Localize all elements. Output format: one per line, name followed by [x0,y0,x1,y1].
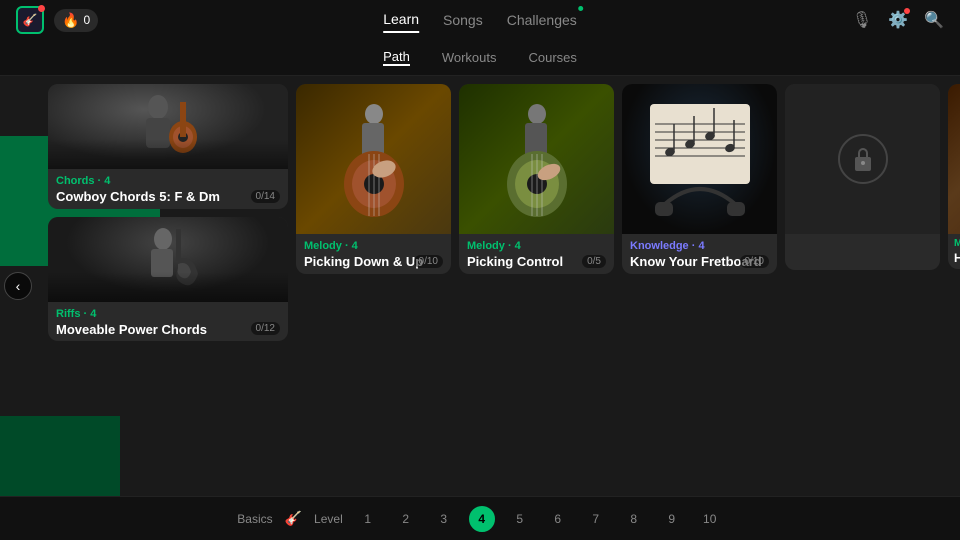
picking-down-illustration [324,94,424,224]
card-title-2: Moveable Power Chords [56,322,280,338]
card-fretboard[interactable]: Knowledge · 4 Know Your Fretboard 0/10 [622,84,777,274]
card-img-area-4 [459,84,614,234]
nav-songs[interactable]: Songs [443,8,483,32]
level-3[interactable]: 3 [431,506,457,532]
card-overlay [48,139,288,169]
card-cat-4: Melody · 4 [467,240,606,252]
card-info-power: Riffs · 4 Moveable Power Chords 0/12 [48,302,288,342]
level-5[interactable]: 5 [507,506,533,532]
main-nav: Learn Songs Challenges [383,7,577,33]
level-10[interactable]: 10 [697,506,723,532]
bottom-nav: Basics 🎸 Level 1 2 3 4 5 6 7 8 9 10 [0,496,960,540]
card-hammer-partial[interactable]: Melody · 5 Hammer & [948,84,960,269]
progress-badge-3: 0/10 [414,255,443,268]
card-picking-down[interactable]: Melody · 4 Picking Down & Up 0/10 [296,84,451,274]
card-category-2: Riffs · 4 [56,308,280,320]
lock-icon [838,134,888,184]
left-column: Chords · 4 Cowboy Chords 5: F & Dm 0/14 [48,84,288,341]
card-power-chords[interactable]: Riffs · 4 Moveable Power Chords 0/12 [48,217,288,342]
subnav-courses[interactable]: Courses [529,50,577,65]
streak-badge: 🔥 0 [54,9,98,32]
search-icon[interactable]: 🔍 [924,10,944,30]
subnav-path[interactable]: Path [383,49,410,66]
level-label: Level [314,512,343,526]
card-cowboy-chords[interactable]: Chords · 4 Cowboy Chords 5: F & Dm 0/14 [48,84,288,209]
card-img-area-5 [622,84,777,234]
fretboard-illustration [645,94,755,224]
sub-nav: Path Workouts Courses [0,40,960,76]
card-info-cowboy: Chords · 4 Cowboy Chords 5: F & Dm 0/14 [48,169,288,209]
progress-badge-5: 0/10 [740,255,769,268]
nav-challenges[interactable]: Challenges [507,8,577,32]
streak-count: 0 [83,13,90,27]
card-title-7: Hammer & [954,251,960,265]
card-picking-control[interactable]: Melody · 4 Picking Control 0/5 [459,84,614,274]
card-cat-5: Knowledge · 4 [630,240,769,252]
main-content: ‹ [0,76,960,496]
header: 🎸 🔥 0 Learn Songs Challenges 🎙 ⚙️ 🔍 [0,0,960,40]
card-info-locked [785,234,940,270]
level-4[interactable]: 4 [469,506,495,532]
picking-control-illustration [487,94,587,224]
scroll-left-arrow[interactable]: ‹ [4,272,32,300]
card-info-3: Melody · 4 Picking Down & Up 0/10 [296,234,451,274]
card-category: Chords · 4 [56,175,280,187]
logo-icon[interactable]: 🎸 [16,6,44,34]
progress-badge-2: 0/12 [251,322,280,335]
header-left: 🎸 🔥 0 [16,6,98,34]
level-2[interactable]: 2 [393,506,419,532]
card-cat-7: Melody · 5 [954,238,960,249]
subnav-workouts[interactable]: Workouts [442,50,497,65]
header-right: 🎙 ⚙️ 🔍 [852,10,944,30]
level-9[interactable]: 9 [659,506,685,532]
card-locked[interactable] [785,84,940,270]
card-cat-3: Melody · 4 [304,240,443,252]
card-title: Cowboy Chords 5: F & Dm [56,189,280,205]
card-info-4: Melody · 4 Picking Control 0/5 [459,234,614,274]
card-img-area-locked [785,84,940,234]
settings-icon[interactable]: ⚙️ [888,10,908,30]
level-8[interactable]: 8 [621,506,647,532]
level-1[interactable]: 1 [355,506,381,532]
level-7[interactable]: 7 [583,506,609,532]
microphone-icon[interactable]: 🎙 [852,10,872,30]
progress-badge: 0/14 [251,190,280,203]
card-info-5: Knowledge · 4 Know Your Fretboard 0/10 [622,234,777,274]
tuner-icon[interactable]: 🎸 [285,510,302,527]
card-info-7: Melody · 5 Hammer & [948,234,960,269]
card-img-area-7 [948,84,960,234]
nav-learn[interactable]: Learn [383,7,419,33]
flame-icon: 🔥 [62,12,79,29]
progress-badge-4: 0/5 [582,255,606,268]
cards-container: Chords · 4 Cowboy Chords 5: F & Dm 0/14 [0,76,960,496]
level-6[interactable]: 6 [545,506,571,532]
card-overlay-2 [48,272,288,302]
basics-label: Basics [237,512,272,526]
card-img-area-3 [296,84,451,234]
